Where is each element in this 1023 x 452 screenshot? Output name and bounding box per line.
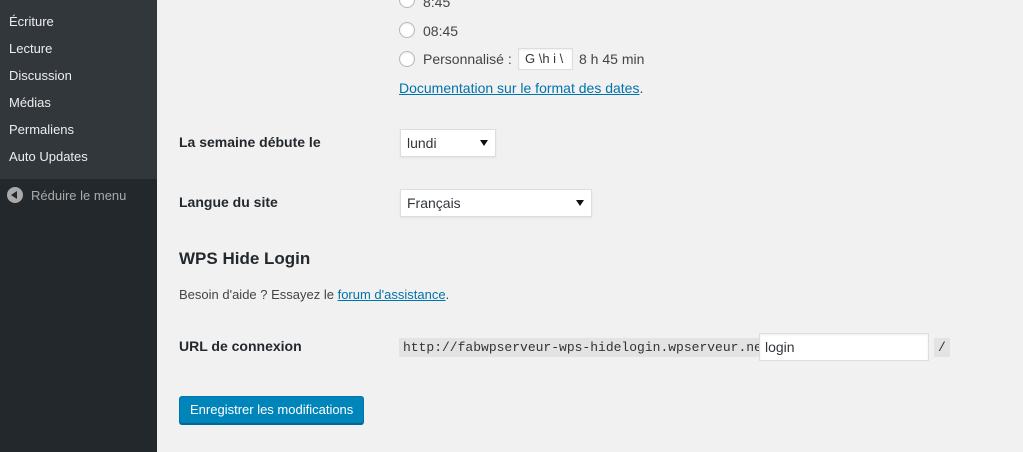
week-start-select[interactable]: lundi	[400, 129, 496, 157]
date-format-doc-suffix: .	[639, 80, 644, 96]
settings-submenu: Écriture Lecture Discussion Médias Perma…	[0, 0, 157, 179]
submenu-item-lecture[interactable]: Lecture	[9, 41, 52, 57]
wps-help-text: Besoin d'aide ? Essayez le forum d'assis…	[179, 287, 449, 302]
date-format-doc: Documentation sur le format des dates.	[399, 80, 643, 96]
week-start-value: lundi	[407, 135, 437, 151]
site-language-select[interactable]: Français	[400, 189, 592, 217]
date-format-doc-link[interactable]: Documentation sur le format des dates	[399, 80, 639, 96]
login-url-label: URL de connexion	[179, 338, 302, 354]
radio-time-format-1[interactable]	[399, 0, 415, 8]
submenu-item-discussion[interactable]: Discussion	[9, 68, 72, 84]
collapse-menu-label: Réduire le menu	[31, 187, 127, 203]
time-format-option-2: 08:45	[423, 23, 459, 39]
collapse-menu-button[interactable]: Réduire le menu	[7, 187, 126, 203]
collapse-arrow-icon	[7, 187, 23, 203]
login-url-prefix: http://fabwpserveur-wps-hidelogin.wpserv…	[399, 338, 782, 357]
week-start-label: La semaine débute le	[179, 134, 321, 150]
login-url-suffix: /	[934, 338, 950, 357]
settings-content: 8:45 08:45 Personnalisé : G \h i \ 8 h 4…	[157, 0, 1023, 452]
submenu-item-medias[interactable]: Médias	[9, 95, 51, 111]
login-url-input[interactable]: login	[759, 333, 929, 361]
wps-help-prefix: Besoin d'aide ? Essayez le	[179, 287, 338, 302]
radio-time-format-2[interactable]	[399, 22, 415, 38]
wps-hide-login-title: WPS Hide Login	[179, 249, 311, 268]
time-format-preview: 8 h 45 min	[579, 51, 645, 67]
chevron-down-icon	[480, 140, 488, 146]
submenu-item-permaliens[interactable]: Permaliens	[9, 122, 74, 138]
time-format-custom-label: Personnalisé :	[423, 51, 512, 67]
time-format-custom-input[interactable]: G \h i \	[518, 48, 573, 70]
chevron-down-icon	[576, 200, 584, 206]
save-changes-button[interactable]: Enregistrer les modifications	[179, 396, 365, 424]
site-language-label: Langue du site	[179, 194, 278, 210]
time-format-option-1: 8:45	[423, 0, 451, 10]
radio-time-format-custom[interactable]	[399, 51, 415, 67]
submenu-item-auto-updates[interactable]: Auto Updates	[9, 149, 88, 165]
support-forum-link[interactable]: forum d'assistance	[338, 287, 446, 302]
admin-sidebar: Écriture Lecture Discussion Médias Perma…	[0, 0, 157, 452]
submenu-item-ecriture[interactable]: Écriture	[9, 14, 54, 30]
wps-help-suffix: .	[445, 287, 450, 302]
site-language-value: Français	[407, 195, 461, 211]
